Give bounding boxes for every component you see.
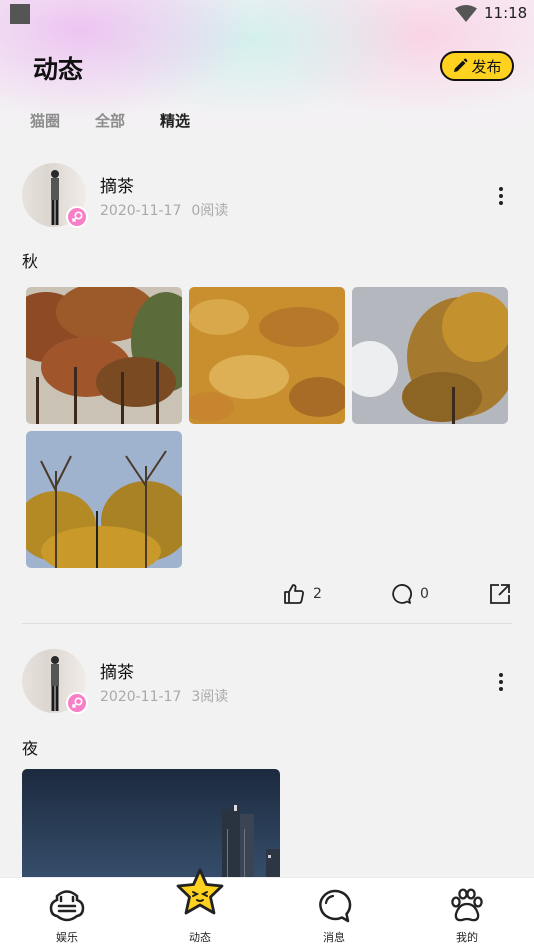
thumbs-up-icon — [284, 584, 304, 604]
share-icon — [490, 584, 510, 604]
female-icon — [66, 692, 88, 714]
tab-featured[interactable]: 精选 — [160, 110, 191, 131]
comment-icon — [392, 584, 412, 604]
more-options-icon[interactable] — [496, 671, 506, 693]
star-icon — [176, 868, 224, 915]
post-text: 夜 — [22, 739, 39, 758]
nav-profile[interactable]: 我的 — [417, 878, 517, 949]
tab-cat-circle[interactable]: 猫圈 — [30, 110, 60, 131]
nav-entertainment[interactable]: 娱乐 — [17, 878, 117, 949]
post-photo[interactable] — [26, 287, 182, 424]
author-name[interactable]: 摘茶 — [100, 172, 134, 197]
like-count: 2 — [313, 586, 322, 602]
post-text: 秋 — [22, 252, 39, 271]
wifi-icon — [455, 5, 477, 22]
nav-label: 我的 — [456, 931, 478, 944]
post-photo[interactable] — [26, 431, 182, 568]
comment-count: 0 — [420, 586, 429, 602]
person-figure-icon — [51, 656, 59, 711]
person-figure-icon — [51, 170, 59, 225]
nav-messages[interactable]: 消息 — [284, 878, 384, 949]
post-divider — [22, 623, 512, 624]
post-photo[interactable] — [352, 287, 508, 424]
post-meta: 2020-11-17 0阅读 — [100, 200, 228, 220]
pencil-icon — [454, 58, 468, 72]
status-time: 11:18 — [484, 4, 528, 22]
comment-button[interactable]: 0 — [390, 583, 429, 605]
nav-label: 娱乐 — [56, 931, 78, 944]
share-button[interactable] — [489, 583, 511, 605]
tab-featured-label: 精选 — [160, 112, 191, 130]
nav-feed[interactable]: 动态 — [150, 868, 250, 949]
post-card: 摘茶 2020-11-17 3阅读 夜 — [0, 636, 534, 877]
author-avatar[interactable] — [22, 649, 88, 714]
post-date: 2020-11-17 — [100, 689, 182, 705]
more-options-icon[interactable] — [496, 185, 506, 207]
game-face-icon — [49, 890, 85, 922]
post-date: 2020-11-17 — [100, 203, 182, 219]
bottom-navigation: 娱乐 动态 消息 我的 — [0, 868, 534, 949]
tab-all[interactable]: 全部 — [95, 110, 125, 131]
post-photo[interactable] — [189, 287, 345, 424]
female-icon — [66, 206, 88, 228]
post-card: 摘茶 2020-11-17 0阅读 秋 2 0 — [0, 150, 534, 625]
author-name[interactable]: 摘茶 — [100, 658, 134, 683]
chat-bubble-icon — [319, 889, 352, 923]
notification-icon — [10, 4, 30, 24]
post-meta: 2020-11-17 3阅读 — [100, 686, 228, 706]
post-actions: 2 0 — [0, 583, 534, 613]
like-button[interactable]: 2 — [283, 583, 322, 605]
post-reads: 0阅读 — [191, 203, 229, 219]
feed-list[interactable]: 摘茶 2020-11-17 0阅读 秋 2 0 摘茶 2020-11-17 3阅… — [0, 150, 534, 877]
nav-label: 动态 — [189, 931, 211, 944]
post-reads: 3阅读 — [191, 689, 229, 705]
page-title: 动态 — [33, 55, 84, 84]
status-bar: 11:18 — [0, 0, 534, 28]
post-photo[interactable] — [22, 769, 280, 877]
author-avatar[interactable] — [22, 163, 88, 228]
post-button-label: 发布 — [471, 57, 502, 76]
paw-icon — [451, 888, 483, 922]
post-button[interactable]: 发布 — [440, 51, 514, 81]
nav-label: 消息 — [323, 931, 345, 944]
